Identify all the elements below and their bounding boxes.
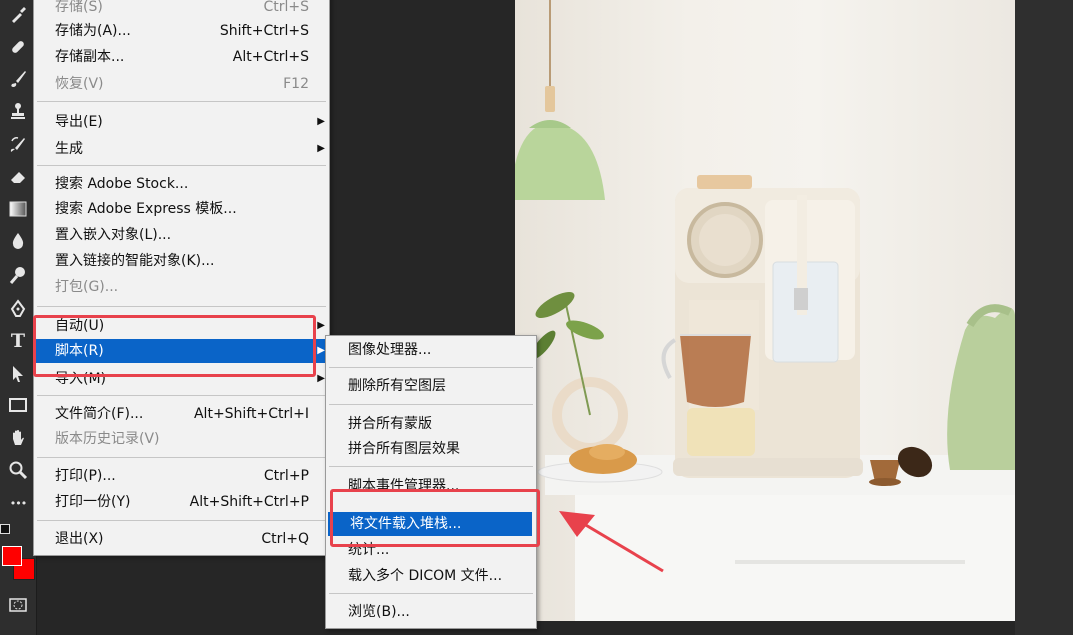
file-menu: 存储(S) Ctrl+S 存储为(A)... Shift+Ctrl+S 存储副本..…	[33, 0, 330, 556]
gradient-icon[interactable]	[7, 198, 29, 220]
submenu-arrow-icon: ▶	[317, 320, 325, 331]
menu-item-search-adobe-stock[interactable]: 搜索 Adobe Stock...	[34, 172, 329, 196]
menu-item-delete-empty-layers[interactable]: 删除所有空图层	[326, 374, 536, 398]
menu-item-version-history[interactable]: 版本历史记录(V)	[34, 427, 329, 451]
submenu-arrow-icon: ▶	[317, 373, 325, 384]
submenu-arrow-icon: ▶	[317, 345, 325, 356]
eraser-icon[interactable]	[7, 166, 29, 188]
panel-edge	[1015, 0, 1073, 635]
menu-item-search-adobe-express[interactable]: 搜索 Adobe Express 模板...	[34, 197, 329, 221]
submenu-arrow-icon: ▶	[317, 143, 325, 154]
menu-separator	[329, 404, 533, 405]
menu-item-print[interactable]: 打印(P)... Ctrl+P	[34, 464, 329, 488]
menu-item-exit[interactable]: 退出(X) Ctrl+Q	[34, 527, 329, 551]
menu-item-flatten-all-masks[interactable]: 拼合所有蒙版	[326, 412, 536, 436]
menu-item-save[interactable]: 存储(S) Ctrl+S	[34, 0, 329, 19]
menu-separator	[329, 367, 533, 368]
menu-separator	[37, 101, 326, 102]
menu-separator	[37, 520, 326, 521]
tools-panel: T •••	[0, 0, 37, 635]
menu-item-package[interactable]: 打包(G)...	[34, 275, 329, 299]
scripts-submenu: 图像处理器... 删除所有空图层 拼合所有蒙版 拼合所有图层效果 脚本事件管理器…	[325, 335, 537, 629]
dodge-icon[interactable]	[7, 264, 29, 286]
history-brush-icon[interactable]	[7, 134, 29, 156]
hand-tool-icon[interactable]	[7, 427, 29, 449]
menu-separator	[37, 457, 326, 458]
menu-separator	[329, 466, 533, 467]
menu-item-place-linked[interactable]: 置入链接的智能对象(K)...	[34, 249, 329, 273]
more-tools-icon[interactable]: •••	[7, 492, 29, 514]
path-selection-icon[interactable]	[7, 363, 29, 385]
quick-mask-icon[interactable]	[7, 594, 29, 616]
pen-icon[interactable]	[7, 298, 29, 320]
menu-item-load-files-into-stack[interactable]: 将文件载入堆栈...	[328, 512, 532, 536]
type-tool-icon[interactable]: T	[7, 330, 29, 352]
menu-item-import[interactable]: 导入(M) ▶	[34, 367, 329, 391]
blur-icon[interactable]	[7, 230, 29, 252]
menu-item-generate[interactable]: 生成 ▶	[34, 137, 329, 161]
zoom-icon[interactable]	[7, 459, 29, 481]
menu-item-save-copy[interactable]: 存储副本... Alt+Ctrl+S	[34, 45, 329, 69]
menu-item-load-dicom-files[interactable]: 载入多个 DICOM 文件...	[326, 564, 536, 588]
menu-item-file-info[interactable]: 文件简介(F)... Alt+Shift+Ctrl+I	[34, 402, 329, 426]
menu-item-automate[interactable]: 自动(U) ▶	[34, 314, 329, 338]
menu-item-flatten-layer-effects[interactable]: 拼合所有图层效果	[326, 437, 536, 461]
menu-item-browse[interactable]: 浏览(B)...	[326, 600, 536, 624]
menu-separator	[37, 395, 326, 396]
menu-item-print-one-copy[interactable]: 打印一份(Y) Alt+Shift+Ctrl+P	[34, 490, 329, 514]
menu-item-image-processor[interactable]: 图像处理器...	[326, 338, 536, 362]
healing-brush-icon[interactable]	[7, 36, 29, 58]
menu-item-scripts[interactable]: 脚本(R) ▶	[34, 339, 329, 363]
menu-item-statistics[interactable]: 统计...	[326, 538, 536, 562]
menu-item-save-as[interactable]: 存储为(A)... Shift+Ctrl+S	[34, 19, 329, 43]
foreground-color-swatch[interactable]	[2, 546, 22, 566]
default-colors-icon[interactable]	[0, 524, 10, 534]
menu-separator	[37, 165, 326, 166]
menu-separator	[329, 593, 533, 594]
clone-stamp-icon[interactable]	[7, 100, 29, 122]
menu-item-export[interactable]: 导出(E) ▶	[34, 110, 329, 134]
menu-item-script-events-manager[interactable]: 脚本事件管理器...	[326, 474, 536, 498]
annotation-arrow-icon	[559, 511, 664, 573]
rectangle-tool-icon[interactable]	[7, 394, 29, 416]
menu-item-revert[interactable]: 恢复(V) F12	[34, 72, 329, 96]
submenu-arrow-icon: ▶	[317, 116, 325, 127]
brush-icon[interactable]	[7, 68, 29, 90]
eyedropper-icon[interactable]	[7, 4, 29, 26]
menu-separator	[37, 306, 326, 307]
menu-item-place-embedded[interactable]: 置入嵌入对象(L)...	[34, 223, 329, 247]
